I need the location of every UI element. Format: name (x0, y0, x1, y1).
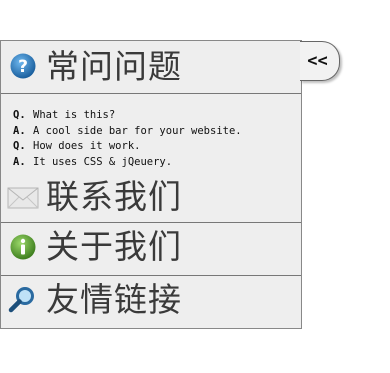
section-faq-title: 常问问题 (46, 47, 182, 86)
faq-text: How does it work. (33, 140, 141, 152)
section-about-header[interactable]: 关于我们 (1, 223, 301, 275)
faq-line: A. A cool side bar for your website. (13, 124, 301, 140)
question-circle-icon: ? (10, 53, 36, 79)
faq-content: Q. What is this? A. A cool side bar for yo… (1, 94, 301, 180)
section-contact-header[interactable]: 联系我们 (1, 177, 301, 222)
magnifier-icon (8, 286, 36, 314)
faq-tag: A. (13, 124, 26, 137)
faq-line: A. It uses CSS & jQeuery. (13, 155, 301, 171)
faq-tag: A. (13, 155, 26, 168)
faq-text: What is this? (33, 109, 116, 121)
faq-text: It uses CSS & jQeuery. (33, 155, 173, 168)
faq-line: Q. What is this? (13, 108, 301, 124)
section-links-title: 友情链接 (46, 280, 182, 319)
faq-tag: Q. (13, 109, 26, 121)
faq-tag: Q. (13, 140, 26, 152)
info-circle-icon (10, 234, 36, 260)
collapse-toggle-button[interactable]: << (300, 41, 340, 81)
faq-line: Q. How does it work. (13, 139, 301, 155)
section-links-header[interactable]: 友情链接 (1, 276, 301, 328)
envelope-icon (7, 186, 39, 210)
faq-text: A cool side bar for your website. (33, 124, 242, 137)
section-about-title: 关于我们 (46, 227, 182, 266)
section-faq-header[interactable]: ? 常问问题 (1, 41, 301, 93)
sidebar-panel: ? 常问问题 Q. What is this? A. A cool side bar… (0, 40, 302, 329)
svg-text:?: ? (18, 57, 28, 77)
section-contact-title: 联系我们 (46, 177, 182, 216)
